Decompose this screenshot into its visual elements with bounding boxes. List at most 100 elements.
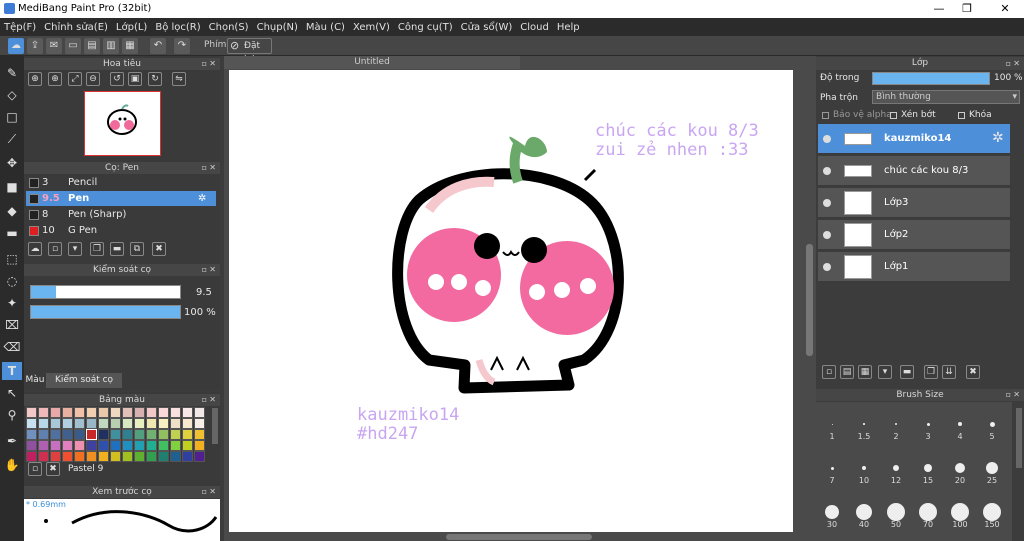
rectangle-tool-icon[interactable]: □ [2,108,22,126]
lock-checkbox[interactable] [958,112,965,119]
move-tool-icon[interactable]: ✥ [2,154,22,172]
brush-item[interactable]: 10 G Pen [26,223,216,238]
color-swatch[interactable] [74,407,85,418]
layer-opacity-slider[interactable] [872,72,990,85]
document-icon[interactable]: ▤ [84,38,100,54]
brush-size-dot[interactable] [862,466,866,470]
drawing-canvas[interactable]: chúc các kou 8/3 zui zẻ nhen :33 kauzmik… [229,70,793,532]
color-swatch[interactable] [86,440,97,451]
document-list-icon[interactable]: ▥ [103,38,119,54]
flip-icon[interactable]: ⇋ [172,72,186,86]
brush-size-dot[interactable] [856,504,872,520]
menu-item-2[interactable]: Lớp(L) [116,22,147,33]
brush-size-dot[interactable] [863,423,865,425]
clipping-checkbox[interactable] [890,112,897,119]
color-swatch[interactable] [134,440,145,451]
color-swatch[interactable] [38,429,49,440]
canvas-tab[interactable]: Untitled [224,56,520,69]
color-swatch[interactable] [98,429,109,440]
brush-settings-icon[interactable]: ▾ [68,242,82,256]
color-swatch[interactable] [62,451,73,462]
color-swatch[interactable] [146,429,157,440]
menu-item-0[interactable]: Tệp(F) [4,22,36,33]
color-swatch[interactable] [194,440,205,451]
color-swatch[interactable] [38,451,49,462]
menu-item-5[interactable]: Chụp(N) [257,22,298,33]
color-swatch[interactable] [110,440,121,451]
color-swatch[interactable] [98,407,109,418]
color-swatch[interactable] [98,451,109,462]
duplicate-icon[interactable]: ⧉ [130,242,144,256]
reset-button[interactable]: ⊘ Đặt lại [227,38,272,65]
color-swatch[interactable] [110,407,121,418]
add-brush-icon[interactable]: ☁ [28,242,42,256]
color-swatch[interactable] [26,451,37,462]
color-swatch[interactable] [62,429,73,440]
delete-layer-icon[interactable]: ✖ [966,365,980,379]
color-swatch[interactable] [146,407,157,418]
menu-item-3[interactable]: Bộ lọc(R) [155,22,200,33]
color-swatch[interactable] [62,440,73,451]
page-icon[interactable]: ▭ [65,38,81,54]
palette-scrollbar[interactable] [212,408,218,444]
color-swatch[interactable] [122,440,133,451]
duplicate-layer-icon[interactable]: ❐ [924,365,938,379]
menu-item-9[interactable]: Cửa sổ(W) [461,22,513,33]
canvas-signature-text[interactable]: kauzmiko14 #hd247 [357,406,459,444]
menu-item-8[interactable]: Công cụ(T) [398,22,453,33]
redo-button[interactable]: ↷ [174,38,190,54]
alpha-protect-checkbox[interactable] [822,112,829,119]
color-swatch[interactable] [38,418,49,429]
layer-row[interactable]: Lớp3 [818,188,1010,218]
brush-opacity-slider[interactable] [30,305,181,319]
zoom-in-icon[interactable]: ⊕ [28,72,42,86]
brush-item[interactable]: 3 Pencil [26,175,216,190]
visibility-icon[interactable] [823,231,831,239]
color-swatch[interactable] [170,407,181,418]
select-tool-icon[interactable]: ⬚ [2,250,22,268]
brush-size-dot[interactable] [919,503,937,521]
color-swatch[interactable] [98,440,109,451]
color-swatch[interactable] [158,440,169,451]
color-swatch[interactable] [26,440,37,451]
color-swatch[interactable] [50,451,61,462]
undo-button[interactable]: ↶ [150,38,166,54]
brush-tool-icon[interactable]: ✎ [2,64,22,82]
color-swatch[interactable] [62,418,73,429]
color-swatch[interactable] [26,407,37,418]
layer-folder-icon[interactable]: ▬ [900,365,914,379]
color-swatch[interactable] [194,418,205,429]
layer-row[interactable]: Lớp1 [818,252,1010,282]
menu-item-11[interactable]: Help [557,22,580,33]
trash-icon[interactable]: ✖ [152,242,166,256]
color-swatch[interactable] [170,451,181,462]
brush-size-dot[interactable] [893,465,899,471]
gradient-tool-icon[interactable]: ▬ [2,224,22,242]
tab-color[interactable]: Màu [24,373,46,388]
eyedropper-tool-icon[interactable]: ✒ [2,432,22,450]
brush-size-dot[interactable] [830,466,834,470]
menu-item-1[interactable]: Chỉnh sửa(E) [44,22,108,33]
color-swatch[interactable] [122,451,133,462]
brush-size-dot[interactable] [831,423,833,425]
merge-layer-icon[interactable]: ⇊ [942,365,956,379]
canvas-vertical-scrollbar[interactable] [806,244,813,356]
color-swatch[interactable] [170,418,181,429]
new-brush-icon[interactable]: ▫ [48,242,62,256]
menu-item-6[interactable]: Màu (C) [306,22,345,33]
color-swatch[interactable] [182,407,193,418]
navigator-thumbnail[interactable] [84,91,161,156]
color-swatch[interactable] [146,440,157,451]
visibility-icon[interactable] [823,199,831,207]
canvas-greeting-text[interactable]: chúc các kou 8/3 zui zẻ nhen :33 [595,122,759,160]
color-swatch[interactable] [98,418,109,429]
visibility-icon[interactable] [823,167,831,175]
color-swatch[interactable] [182,418,193,429]
text-tool-icon[interactable]: T [2,362,22,380]
brush-size-dot[interactable] [983,503,1001,521]
blend-mode-select[interactable]: Bình thường ▾ [872,90,1020,104]
zoom-icon[interactable]: ⊕ [48,72,62,86]
color-swatch[interactable] [170,440,181,451]
color-swatch[interactable] [182,451,193,462]
color-swatch[interactable] [158,451,169,462]
